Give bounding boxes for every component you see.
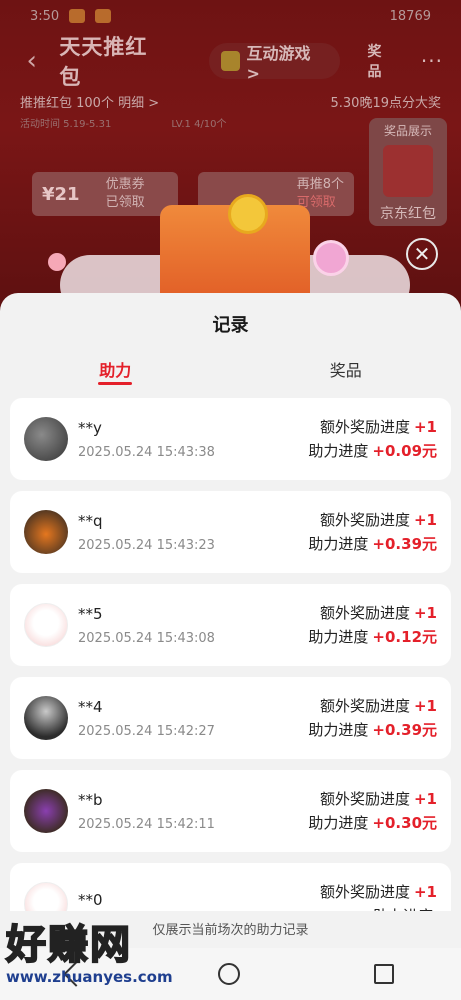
record-time: 2025.05.24 15:42:11: [78, 816, 215, 832]
help-progress-label: 助力进度: [308, 628, 369, 646]
tab-assist[interactable]: 助力: [0, 345, 231, 387]
status-time: 3:50: [30, 8, 60, 24]
coupon2-top: 再推8个: [296, 177, 344, 192]
help-progress-value: +0.12元: [372, 628, 437, 646]
interactive-game-label: 互动游戏 >: [246, 43, 311, 83]
record-name: **5: [78, 604, 103, 623]
extra-progress-value: +1: [413, 883, 437, 901]
record-name: **4: [78, 697, 103, 716]
coupon-card[interactable]: ¥21 优惠券 已领取: [32, 172, 178, 216]
help-progress-label: 助力进度: [308, 814, 369, 832]
prize-showcase-title: 奖品展示: [383, 124, 432, 138]
coin-icon: [228, 194, 268, 234]
tab-prizes[interactable]: 奖品: [231, 345, 461, 387]
help-progress-label: 助力进度: [308, 535, 369, 553]
extra-progress-label: 额外奖励进度: [319, 418, 410, 436]
extra-progress-value: +1: [413, 790, 437, 808]
extra-progress-value: +1: [413, 604, 437, 622]
record-time: 2025.05.24 15:43:23: [78, 537, 215, 553]
coupon-status: 已领取: [105, 195, 145, 210]
coupon-label: 优惠券: [105, 177, 145, 192]
nav-recent-icon[interactable]: [374, 964, 395, 984]
help-progress-label: 助力进度: [308, 721, 369, 739]
extra-progress-value: +1: [413, 697, 437, 715]
grand-prize-text: 5.30晚19点分大奖: [330, 95, 442, 111]
prize-button[interactable]: 奖品: [368, 41, 395, 81]
extra-progress-value: +1: [413, 418, 437, 436]
extra-progress-value: +1: [413, 511, 437, 529]
more-icon[interactable]: ···: [421, 49, 443, 73]
record-time: 2025.05.24 15:43:08: [78, 630, 215, 646]
record-card: **5 2025.05.24 15:43:08 额外奖励进度 +1 助力进度 +0.…: [10, 584, 451, 666]
record-list[interactable]: **y 2025.05.24 15:43:38 额外奖励进度 +1 助力进度 +0.…: [0, 398, 461, 945]
avatar: [24, 696, 68, 740]
record-name: **b: [78, 790, 103, 809]
interactive-game-button[interactable]: 互动游戏 >: [208, 43, 340, 83]
close-icon[interactable]: ✕: [406, 238, 438, 270]
help-progress-value: +0.39元: [372, 721, 437, 739]
watermark-url: www.zhuanyes.com: [6, 968, 173, 986]
record-time: 2025.05.24 15:43:38: [78, 444, 215, 460]
avatar: [24, 603, 68, 647]
watermark-logo-text: 好赚网: [5, 921, 132, 969]
level-text: LV.1 4/10个: [171, 118, 227, 130]
top-bar: ‹ 天天推红包 互动游戏 > 奖品 ···: [0, 32, 461, 90]
ball-decoration: [48, 253, 66, 271]
clock-icon: [313, 240, 349, 276]
status-battery-text: 18769: [389, 8, 431, 24]
help-progress-value: +0.39元: [372, 535, 437, 553]
sheet-title: 记录: [212, 315, 249, 336]
back-icon[interactable]: ‹: [18, 46, 45, 76]
weibo-icon: [69, 9, 86, 23]
help-progress-label: 助力进度: [308, 442, 369, 460]
nav-home-icon[interactable]: [218, 963, 241, 985]
avatar: [24, 510, 68, 554]
record-card: **q 2025.05.24 15:43:23 额外奖励进度 +1 助力进度 +0.…: [10, 491, 451, 573]
game-icon: [220, 51, 241, 71]
prize-showcase[interactable]: 奖品展示 京东红包: [369, 118, 447, 226]
record-card: **b 2025.05.24 15:42:11 额外奖励进度 +1 助力进度 +0.…: [10, 770, 451, 852]
tab-bar: 助力 奖品: [0, 345, 461, 387]
help-progress-value: +0.09元: [372, 442, 437, 460]
red-envelope-icon: [383, 145, 433, 197]
page-title: 天天推红包: [59, 35, 148, 89]
coupon-amount: ¥21: [42, 183, 80, 205]
record-time: 2025.05.24 15:42:27: [78, 723, 215, 739]
extra-progress-label: 额外奖励进度: [319, 604, 410, 622]
extra-progress-label: 额外奖励进度: [319, 697, 410, 715]
weibo-icon: [95, 9, 112, 23]
help-progress-value: +0.30元: [372, 814, 437, 832]
info-row: 推推红包 100个 明细 > 5.30晚19点分大奖: [0, 90, 461, 112]
record-name: **0: [78, 891, 103, 909]
extra-progress-label: 额外奖励进度: [319, 790, 410, 808]
extra-progress-label: 额外奖励进度: [319, 883, 410, 901]
site-watermark: 好赚网 www.zhuanyes.com: [5, 912, 196, 998]
record-card: **y 2025.05.24 15:43:38 额外奖励进度 +1 助力进度 +0.…: [10, 398, 451, 480]
record-card: **4 2025.05.24 15:42:27 额外奖励进度 +1 助力进度 +0.…: [10, 677, 451, 759]
record-name: **q: [78, 511, 103, 530]
prize-showcase-label: 京东红包: [380, 206, 436, 222]
extra-progress-label: 额外奖励进度: [319, 511, 410, 529]
avatar: [24, 789, 68, 833]
record-sheet: 记录 助力 奖品 **y 2025.05.24 15:43:38 额外奖励进度 +…: [0, 293, 461, 1000]
activity-time: 活动时间 5.19-5.31: [20, 118, 112, 130]
record-name: **y: [78, 418, 102, 437]
avatar: [24, 417, 68, 461]
status-bar: 3:50 18769: [0, 0, 461, 32]
red-packet-detail-link[interactable]: 推推红包 100个 明细 >: [20, 92, 159, 111]
